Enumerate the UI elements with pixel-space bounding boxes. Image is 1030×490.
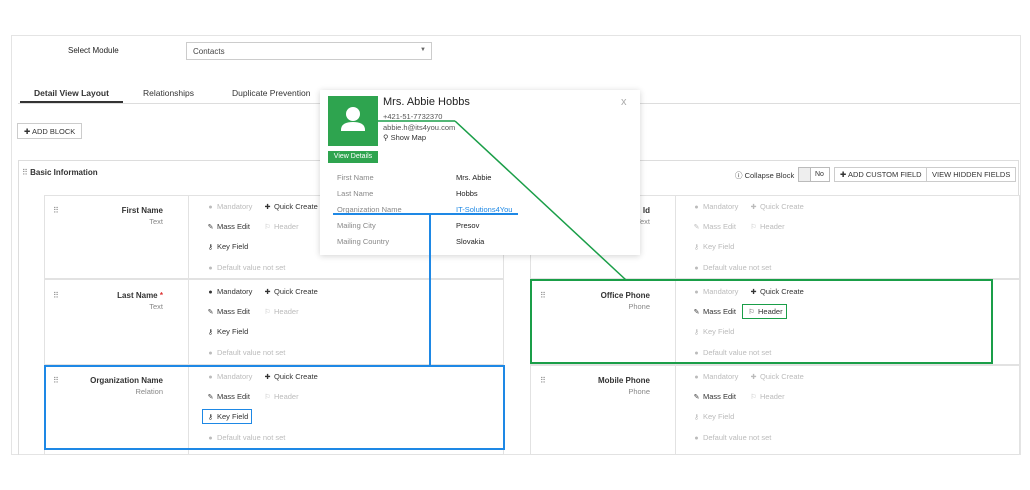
phone-connector-line (378, 120, 627, 281)
